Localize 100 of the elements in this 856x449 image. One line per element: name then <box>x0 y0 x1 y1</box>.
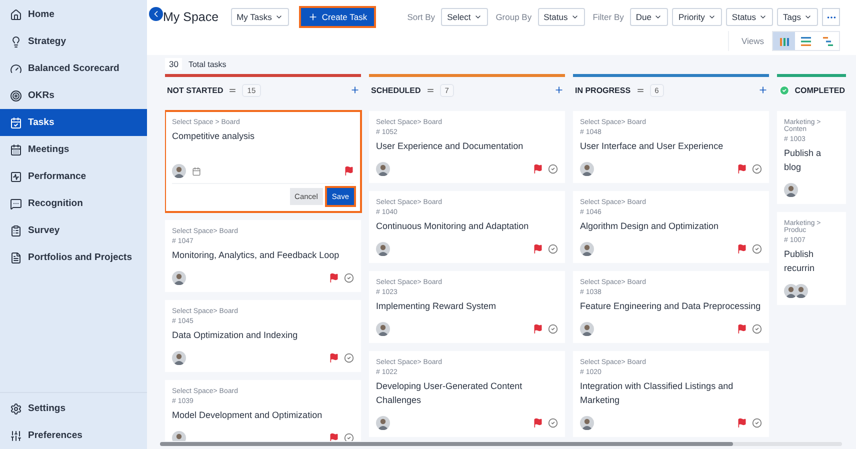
check-circle-icon[interactable] <box>548 164 558 174</box>
task-title: Data Optimization and Indexing <box>172 329 299 342</box>
task-title: Competitive analysis <box>172 130 256 143</box>
add-button[interactable] <box>350 85 360 95</box>
check-circle-icon[interactable] <box>752 164 762 174</box>
home-icon <box>10 8 22 20</box>
sidebar-label: Portfolios and Projects <box>28 252 132 263</box>
flag-icon[interactable] <box>737 418 747 428</box>
flag-icon[interactable] <box>329 273 339 283</box>
clipboard-icon <box>10 224 22 236</box>
flag-icon[interactable] <box>737 244 747 254</box>
sort-dropdown[interactable]: Select <box>441 8 488 26</box>
filter-dropdown[interactable]: Status <box>726 8 774 26</box>
create-task-button[interactable]: Create Task <box>300 8 374 26</box>
check-circle-icon[interactable] <box>752 244 762 254</box>
avatar <box>172 351 186 365</box>
chart-icon <box>10 170 22 182</box>
avatar <box>376 162 390 176</box>
flag-icon[interactable] <box>737 164 747 174</box>
check-circle-icon[interactable] <box>344 353 354 363</box>
flag-icon[interactable] <box>737 324 747 334</box>
sidebar-item[interactable]: Settings <box>0 395 147 422</box>
add-button[interactable] <box>758 85 768 95</box>
plus-icon <box>308 12 318 22</box>
column-title: SCHEDULED <box>371 86 421 94</box>
sort-label: Sort By <box>407 12 436 22</box>
flag-icon[interactable] <box>344 166 354 176</box>
plus-icon <box>350 85 360 95</box>
sidebar-label: Preferences <box>28 430 82 441</box>
add-button[interactable] <box>554 85 564 95</box>
sidebar-item[interactable]: Strategy <box>0 28 147 55</box>
check-circle-icon <box>779 84 790 96</box>
calendar-icon[interactable] <box>192 166 201 176</box>
sidebar-label: OKRs <box>28 90 54 101</box>
column-title: NOT STARTED <box>167 86 224 94</box>
plus-icon <box>554 85 564 95</box>
kanban-view-icon <box>780 36 788 46</box>
sidebar-item[interactable]: OKRs <box>0 82 147 109</box>
task-title: Feature Engineering and Data Preprocessing <box>580 300 762 313</box>
document-icon <box>10 252 22 264</box>
sidebar-item[interactable]: Survey <box>0 217 147 244</box>
view-toggle[interactable] <box>773 32 795 50</box>
sidebar-label: Performance <box>28 171 86 182</box>
flag-icon[interactable] <box>533 164 543 174</box>
filter-dropdown[interactable]: Due <box>630 8 668 26</box>
task-title: Developing User-Generated Content Challenges <box>376 380 524 407</box>
settings-icon <box>10 402 22 414</box>
group-dropdown[interactable]: Status <box>538 8 585 26</box>
sliders-icon <box>10 430 22 442</box>
views-label: Views <box>741 36 764 46</box>
avatar <box>376 322 390 336</box>
sidebar-label: Strategy <box>28 36 66 47</box>
flag-icon[interactable] <box>329 353 339 363</box>
sidebar-item[interactable]: Performance <box>0 163 147 190</box>
chat-icon <box>10 198 22 210</box>
flag-icon[interactable] <box>329 433 339 441</box>
avatar <box>580 242 594 256</box>
task-title: Publish a blog <box>784 147 822 174</box>
lightbulb-icon <box>10 36 22 48</box>
task-title: Model Development and Optimization <box>172 409 324 422</box>
avatar <box>784 183 798 197</box>
avatar <box>794 284 808 298</box>
sidebar-item[interactable]: Recognition <box>0 190 147 217</box>
task-title: Continuous Monitoring and Adaptation <box>376 220 530 233</box>
calendar-icon <box>10 144 22 156</box>
scrollbar-thumb[interactable] <box>160 442 733 446</box>
chevron-down-icon <box>804 13 812 21</box>
sidebar-label: Home <box>28 9 54 20</box>
sidebar-item[interactable]: Portfolios and Projects <box>0 244 147 271</box>
sidebar-item[interactable]: Home <box>0 1 147 28</box>
check-circle-icon[interactable] <box>752 418 762 428</box>
avatar <box>580 416 594 430</box>
total-label: Total tasks <box>188 60 226 68</box>
filter-dropdown[interactable]: Tags <box>777 8 818 26</box>
space-dropdown[interactable]: My Tasks <box>230 8 289 26</box>
sidebar-label: Tasks <box>28 117 54 128</box>
avatar <box>172 271 186 285</box>
chevron-down-icon <box>759 13 768 21</box>
check-circle-icon[interactable] <box>752 324 762 334</box>
sidebar-item[interactable]: Preferences <box>0 422 147 449</box>
check-circle-icon[interactable] <box>548 324 558 334</box>
check-circle-icon[interactable] <box>548 244 558 254</box>
sidebar-item[interactable]: Meetings <box>0 136 147 163</box>
sidebar-item[interactable]: Tasks <box>0 109 147 136</box>
filter-label: Filter By <box>592 12 624 22</box>
task-title: Implementing Reward System <box>376 300 498 313</box>
sidebar-label: Survey <box>28 225 60 236</box>
avatar <box>580 322 594 336</box>
flag-icon[interactable] <box>533 418 543 428</box>
flag-icon[interactable] <box>533 324 543 334</box>
horizontal-scrollbar[interactable] <box>160 442 842 446</box>
filter-dropdown[interactable]: Priority <box>672 8 722 26</box>
target-icon <box>10 90 22 102</box>
calendar-check-icon <box>10 116 22 128</box>
check-circle-icon[interactable] <box>548 418 558 428</box>
avatar <box>172 431 186 441</box>
flag-icon[interactable] <box>533 244 543 254</box>
more-button[interactable] <box>822 8 840 26</box>
sidebar-item[interactable]: Balanced Scorecard <box>0 55 147 82</box>
check-circle-icon[interactable] <box>344 273 354 283</box>
